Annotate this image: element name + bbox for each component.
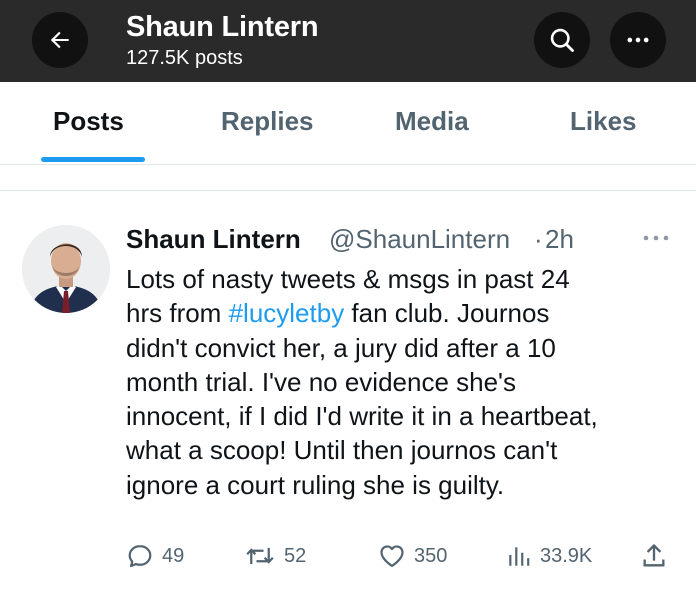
- tweet-text-line: didn't convict her, a jury did after a 1…: [126, 332, 556, 363]
- back-button[interactable]: [32, 12, 88, 68]
- back-arrow-icon: [50, 31, 69, 49]
- repost-count: 52: [284, 544, 307, 567]
- repost-button[interactable]: 52: [244, 541, 306, 571]
- avatar[interactable]: [22, 225, 110, 313]
- tweet-timestamp[interactable]: 2h: [545, 224, 574, 255]
- tweet-author-handle[interactable]: @ShaunLintern: [329, 224, 510, 255]
- tab-replies[interactable]: Replies: [221, 106, 314, 137]
- like-button[interactable]: 350: [378, 541, 447, 571]
- tweet-text-line: month trial. I've no evidence she's: [126, 366, 517, 397]
- profile-header: Shaun Lintern 127.5K posts: [0, 0, 696, 82]
- reply-button[interactable]: 49: [126, 541, 184, 571]
- divider: [0, 190, 696, 191]
- tweet-text-line: ignore a court ruling she is guilty.: [126, 469, 505, 500]
- tweet-author-name[interactable]: Shaun Lintern: [126, 224, 301, 255]
- more-horizontal-icon: [643, 235, 669, 241]
- share-button[interactable]: [640, 541, 668, 571]
- like-count: 350: [414, 544, 448, 567]
- hashtag-link[interactable]: #lucyletby: [229, 298, 345, 328]
- active-tab-indicator: [41, 157, 145, 162]
- tweet-text: Lots of nasty tweets & msgs in past 24 h…: [126, 262, 686, 502]
- tweet-separator: ·: [534, 224, 543, 254]
- post-count: 127.5K posts: [126, 47, 243, 69]
- tweet-text-line: hrs from #lucyletby fan club. Journos: [126, 298, 550, 329]
- tweet-text-line: Lots of nasty tweets & msgs in past 24: [126, 264, 570, 294]
- tweet-more-button[interactable]: [636, 226, 676, 250]
- tab-posts[interactable]: Posts: [53, 106, 124, 137]
- search-button[interactable]: [534, 12, 590, 68]
- tab-likes[interactable]: Likes: [570, 106, 637, 137]
- search-icon: [550, 28, 574, 52]
- tweet-text-line: innocent, if I did I'd write it in a hea…: [126, 401, 598, 432]
- views-button[interactable]: 33.9K: [506, 541, 592, 571]
- more-horizontal-icon: [627, 37, 649, 43]
- profile-tabs: Posts Replies Media Likes: [0, 82, 696, 165]
- share-icon: [643, 544, 665, 567]
- views-chart-icon: [509, 547, 530, 566]
- avatar-photo: [22, 225, 110, 313]
- heart-icon: [380, 545, 404, 568]
- profile-name: Shaun Lintern: [126, 11, 319, 43]
- reply-count: 49: [162, 544, 185, 567]
- reply-icon: [128, 544, 152, 568]
- tweet-text-line: what a scoop! Until then journos can't: [126, 435, 558, 466]
- repost-icon: [246, 547, 274, 565]
- more-options-button[interactable]: [610, 12, 666, 68]
- views-count: 33.9K: [540, 544, 593, 567]
- tab-media[interactable]: Media: [395, 106, 469, 137]
